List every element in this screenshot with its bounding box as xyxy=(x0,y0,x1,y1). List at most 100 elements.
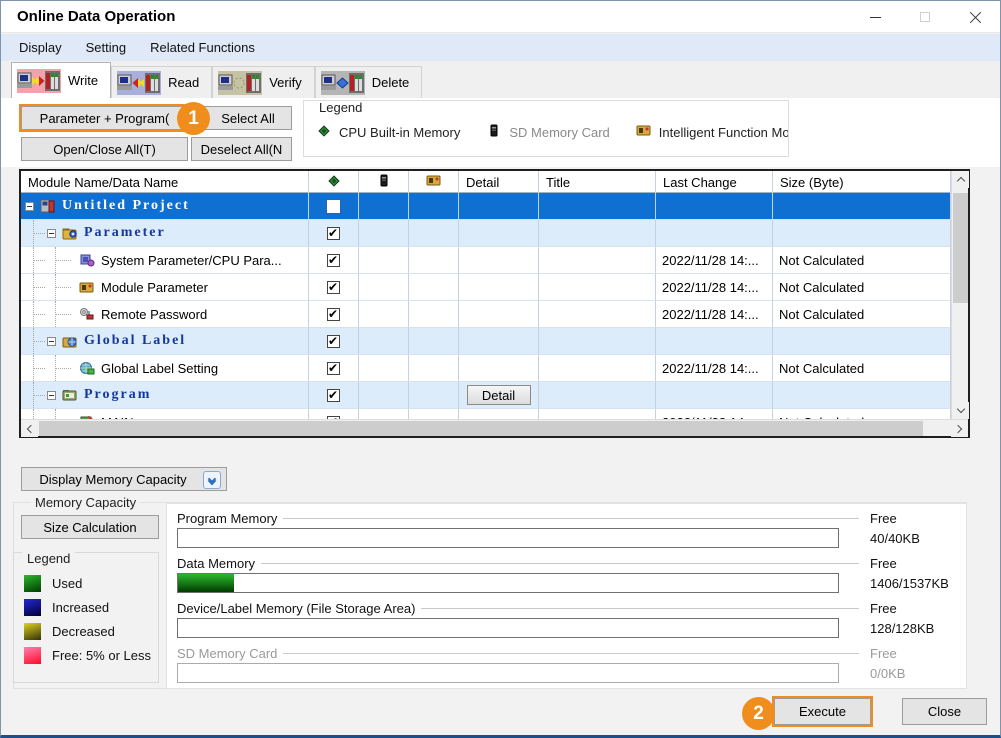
minimize-button[interactable] xyxy=(850,1,900,33)
table-row-main[interactable]: MAIN2022/11/28 14:...Not Calculated xyxy=(21,409,951,419)
table-row-system-parameter-cpu-para[interactable]: System Parameter/CPU Para...2022/11/28 1… xyxy=(21,247,951,274)
verify-icon xyxy=(218,71,262,95)
read-icon xyxy=(117,71,161,95)
memory-legend-item-increased: Increased xyxy=(24,595,151,619)
project-icon xyxy=(40,198,56,214)
deselect-all-button[interactable]: Deselect All(N xyxy=(191,137,292,161)
select-all-button[interactable]: Select All xyxy=(204,106,292,130)
memory-usage-bar xyxy=(177,618,839,638)
detail-cell xyxy=(459,409,539,419)
detail-button[interactable]: Detail xyxy=(467,385,531,405)
tab-write[interactable]: Write xyxy=(11,62,111,98)
write-target-checkbox[interactable] xyxy=(326,199,341,214)
tree-expand-box[interactable] xyxy=(25,202,34,211)
display-memory-capacity-button[interactable]: Display Memory Capacity xyxy=(21,467,227,491)
memory-capacity-title: Memory Capacity xyxy=(31,495,140,510)
size-cell xyxy=(773,193,951,220)
close-button[interactable]: Close xyxy=(902,698,987,725)
size-calculation-button[interactable]: Size Calculation xyxy=(21,515,159,539)
table-row-module-parameter[interactable]: Module Parameter2022/11/28 14:...Not Cal… xyxy=(21,274,951,301)
detail-cell xyxy=(459,247,539,274)
size-cell: Not Calculated xyxy=(773,247,951,274)
size-cell xyxy=(773,382,951,409)
close-icon xyxy=(969,11,982,24)
tab-verify[interactable]: Verify xyxy=(212,66,315,98)
memory-bars-panel: Program MemoryFree40/40KBData MemoryFree… xyxy=(166,503,967,689)
scroll-up-arrow[interactable] xyxy=(952,171,969,188)
chevron-double-down-icon xyxy=(203,471,221,489)
row-name: Remote Password xyxy=(101,307,207,322)
scroll-left-arrow[interactable] xyxy=(21,420,38,437)
online-data-operation-dialog: Online Data Operation DisplaySettingRela… xyxy=(0,0,1001,738)
scroll-right-arrow[interactable] xyxy=(951,420,968,437)
vertical-scroll-thumb[interactable] xyxy=(953,193,968,303)
group-line xyxy=(283,653,859,654)
scroll-down-arrow[interactable] xyxy=(952,402,969,419)
detail-cell xyxy=(459,355,539,382)
write-target-checkbox[interactable] xyxy=(327,227,340,240)
write-target-checkbox[interactable] xyxy=(327,281,340,294)
write-target-checkbox[interactable] xyxy=(327,308,340,321)
title-cell xyxy=(539,382,656,409)
free-value: 128/128KB xyxy=(870,621,970,636)
table-row-global-label-setting[interactable]: Global Label Setting2022/11/28 14:...Not… xyxy=(21,355,951,382)
sd-target-cell xyxy=(359,247,409,274)
tab-read[interactable]: Read xyxy=(111,66,212,98)
annotation-badge-2: 2 xyxy=(742,697,775,730)
horizontal-scrollbar[interactable] xyxy=(21,419,968,436)
memory-legend: Legend UsedIncreasedDecreasedFree: 5% or… xyxy=(13,552,159,683)
col-header-size-byte: Size (Byte) xyxy=(773,171,951,193)
tab-delete[interactable]: Delete xyxy=(315,66,423,98)
col-header-ifm-icon xyxy=(409,171,459,193)
legend-item-cpu-built-in-memory: CPU Built-in Memory xyxy=(316,123,460,142)
memory-section-sd-memory-card: SD Memory CardFree0/0KB xyxy=(177,646,959,690)
last-change-cell xyxy=(656,193,773,220)
tree-expand-box[interactable] xyxy=(47,391,56,400)
close-window-button[interactable] xyxy=(950,1,1000,33)
legend-item-label: Intelligent Function Modu xyxy=(659,125,789,140)
table-row-remote-password[interactable]: Remote Password2022/11/28 14:...Not Calc… xyxy=(21,301,951,328)
row-name: Global Label Setting xyxy=(101,361,218,376)
parameter-program-button[interactable]: Parameter + Program( xyxy=(21,106,188,130)
free-label: Free xyxy=(870,511,970,526)
tree-expand-box[interactable] xyxy=(47,229,56,238)
menu-related-functions[interactable]: Related Functions xyxy=(138,34,267,61)
ifm-target-cell xyxy=(409,409,459,419)
free-label: Free xyxy=(870,646,970,661)
menu-display[interactable]: Display xyxy=(7,34,74,61)
free-label: Free xyxy=(870,601,970,616)
write-target-checkbox[interactable] xyxy=(327,362,340,375)
tree-expand-box[interactable] xyxy=(47,337,56,346)
ifm-target-cell xyxy=(409,274,459,301)
legend-color-swatch xyxy=(24,647,41,664)
table-row-global-label[interactable]: Global Label xyxy=(21,328,951,355)
row-name: Global Label xyxy=(84,333,186,349)
legend-color-swatch xyxy=(24,623,41,640)
detail-cell xyxy=(459,328,539,355)
global-label-setting-icon xyxy=(79,360,95,376)
last-change-cell: 2022/11/28 14:... xyxy=(656,355,773,382)
sd-target-cell xyxy=(359,301,409,328)
row-name: Program xyxy=(84,387,151,403)
title-cell xyxy=(539,247,656,274)
parameter-icon xyxy=(62,225,78,241)
horizontal-scroll-thumb[interactable] xyxy=(39,421,923,436)
write-target-checkbox[interactable] xyxy=(327,254,340,267)
menu-setting[interactable]: Setting xyxy=(74,34,138,61)
legend-title: Legend xyxy=(314,100,367,115)
last-change-cell: 2022/11/28 14:... xyxy=(656,409,773,419)
vertical-scrollbar[interactable] xyxy=(951,171,968,419)
operation-toolbar: WriteReadVerify Delete xyxy=(1,61,1000,98)
size-cell: Not Calculated xyxy=(773,301,951,328)
table-row-untitled-project[interactable]: Untitled Project xyxy=(21,193,951,220)
write-target-checkbox[interactable] xyxy=(327,389,340,402)
sd-target-cell xyxy=(359,220,409,247)
sd-target-cell xyxy=(359,382,409,409)
open-close-all-button[interactable]: Open/Close All(T) xyxy=(21,137,188,161)
write-target-checkbox[interactable] xyxy=(327,335,340,348)
tab-label: Delete xyxy=(372,75,410,90)
table-body: Untitled ProjectParameterSystem Paramete… xyxy=(21,193,951,419)
table-row-parameter[interactable]: Parameter xyxy=(21,220,951,247)
execute-button[interactable]: Execute xyxy=(774,698,871,725)
table-row-program[interactable]: Program Detail xyxy=(21,382,951,409)
